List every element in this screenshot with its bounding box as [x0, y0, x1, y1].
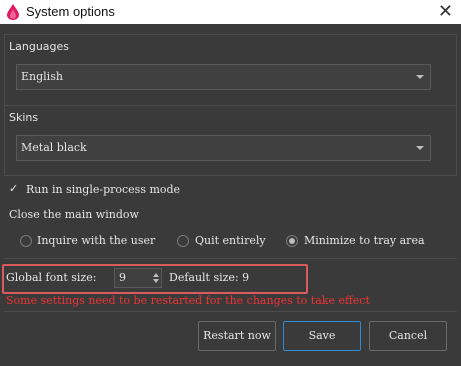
radio-inquire[interactable]	[20, 235, 32, 247]
languages-label: Languages	[9, 40, 70, 53]
divider	[4, 258, 457, 259]
restart-now-button[interactable]: Restart now	[198, 321, 276, 351]
global-font-size-label: Global font size:	[6, 271, 97, 284]
close-main-window-label: Close the main window	[9, 208, 139, 221]
skins-value: Metal black	[21, 141, 87, 154]
spinner-up-icon[interactable]	[153, 273, 159, 277]
radio-inquire-label: Inquire with the user	[37, 234, 156, 247]
default-size-label: Default size: 9	[169, 271, 250, 284]
radio-quit-entirely-label: Quit entirely	[195, 234, 266, 247]
radio-minimize-to-tray-label: Minimize to tray area	[304, 234, 425, 247]
global-font-size-value: 9	[119, 271, 126, 284]
skins-label: Skins	[9, 111, 39, 124]
app-logo-icon	[4, 3, 22, 21]
global-font-size-stepper[interactable]: 9	[114, 268, 162, 288]
chevron-down-icon	[416, 146, 424, 150]
skins-select[interactable]: Metal black	[16, 135, 431, 161]
single-process-checkbox-label: Run in single-process mode	[26, 183, 181, 196]
radio-minimize-to-tray[interactable]	[286, 235, 298, 247]
check-icon[interactable]: ✓	[9, 183, 19, 194]
languages-select[interactable]: English	[16, 64, 431, 90]
spinner-down-icon[interactable]	[153, 279, 159, 283]
radio-quit-entirely[interactable]	[177, 235, 189, 247]
title-bar: System options ✕	[0, 0, 461, 24]
save-button[interactable]: Save	[283, 321, 361, 351]
languages-value: English	[21, 70, 63, 83]
close-icon[interactable]: ✕	[438, 0, 453, 24]
cancel-button[interactable]: Cancel	[369, 321, 447, 351]
window-title: System options	[26, 4, 115, 19]
divider	[4, 311, 457, 312]
restart-warning: Some settings need to be restarted for t…	[6, 294, 370, 307]
chevron-down-icon	[416, 75, 424, 79]
